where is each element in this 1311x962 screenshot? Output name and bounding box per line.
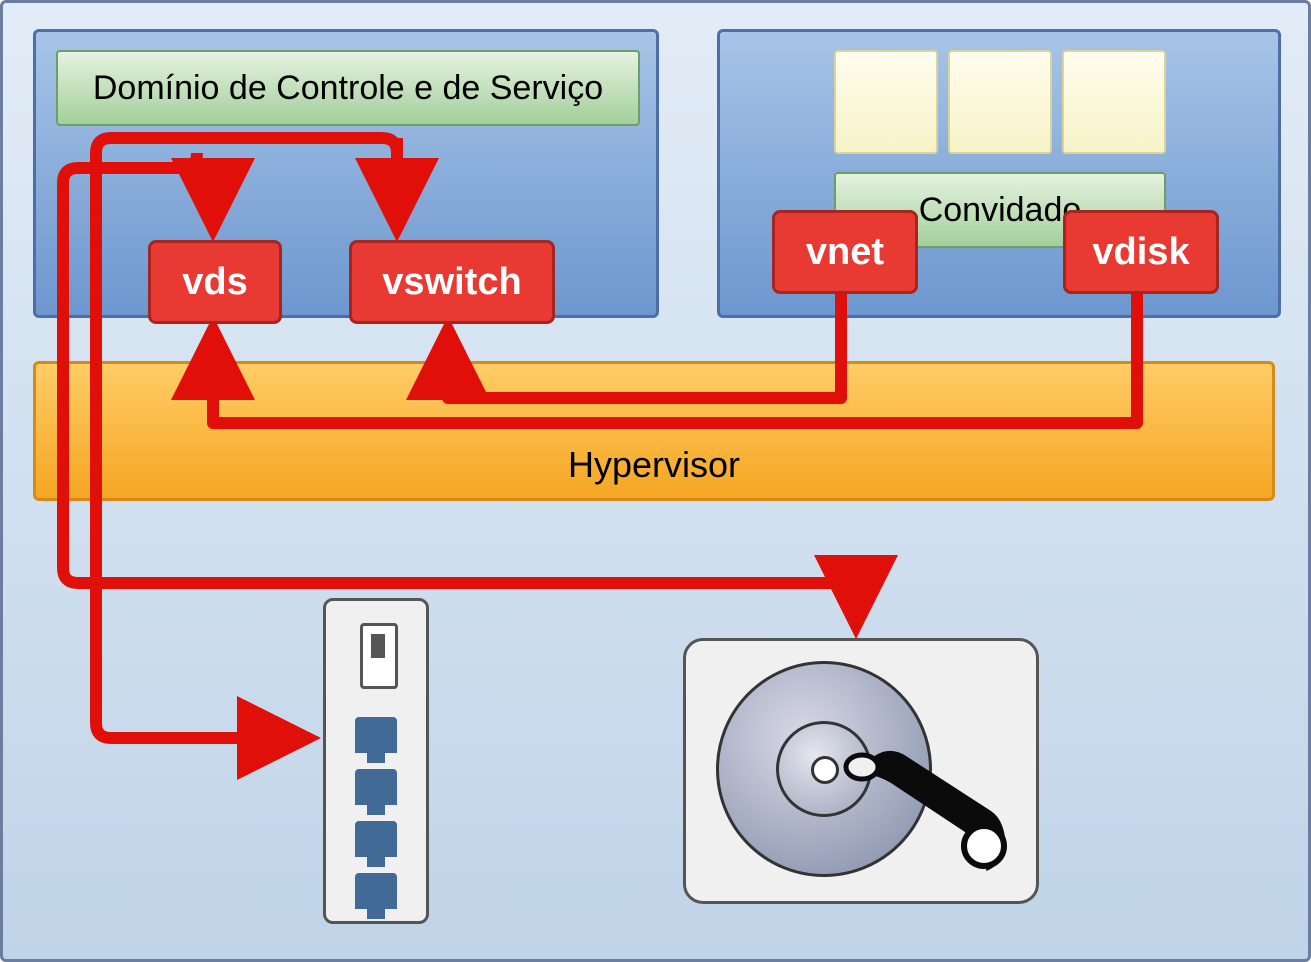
ethernet-port-icon: [355, 717, 397, 753]
ethernet-port-icon: [355, 769, 397, 805]
vnet-component: vnet: [772, 210, 918, 294]
network-card-icon: [323, 598, 429, 924]
disk-actuator-arm: [836, 701, 1011, 881]
guest-tile: [1062, 50, 1166, 154]
guest-tile: [834, 50, 938, 154]
hypervisor-layer: Hypervisor: [33, 361, 1275, 501]
vdisk-component: vdisk: [1063, 210, 1219, 294]
diagram-canvas: Domínio de Controle e de Serviço Convida…: [0, 0, 1311, 962]
hard-disk-icon: [683, 638, 1039, 904]
ethernet-port-icon: [355, 873, 397, 909]
ethernet-port-icon: [355, 821, 397, 857]
vds-component: vds: [148, 240, 282, 324]
disk-spindle: [811, 756, 839, 784]
control-domain-title: Domínio de Controle e de Serviço: [56, 50, 640, 126]
control-domain-panel: Domínio de Controle e de Serviço: [33, 29, 659, 318]
nic-bracket: [360, 623, 398, 689]
vswitch-component: vswitch: [349, 240, 555, 324]
guest-tile: [948, 50, 1052, 154]
